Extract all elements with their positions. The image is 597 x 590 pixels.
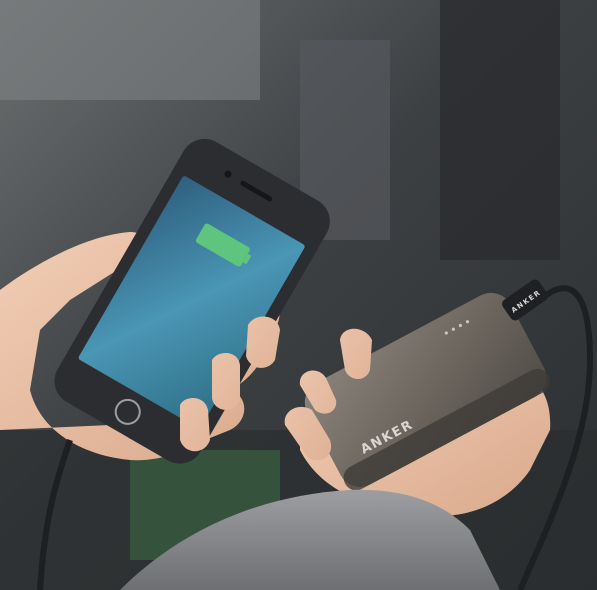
background-ledge: [0, 0, 260, 100]
background-pillar: [440, 0, 560, 260]
photo-scene: ANKER ANKER: [0, 0, 597, 590]
